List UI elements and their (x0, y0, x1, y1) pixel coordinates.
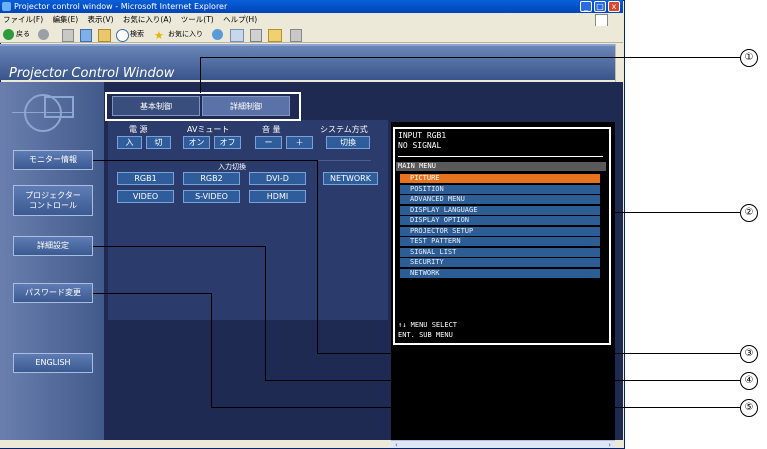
callout-1-line (200, 57, 740, 58)
osd-menu: INPUT RGB1 NO SIGNAL MAIN MENU PICTURE PO… (393, 127, 611, 345)
title-bar: Projector control window - Microsoft Int… (0, 0, 623, 13)
input-rgb1-button[interactable]: RGB1 (117, 172, 174, 185)
menu-bar: ファイル(F) 編集(E) 表示(V) お気に入り(A) ツール(T) ヘルプ(… (0, 13, 623, 27)
search-label[interactable]: 検索 (130, 26, 144, 43)
back-icon[interactable] (3, 29, 14, 40)
close-button[interactable]: x (608, 1, 620, 12)
osd-menu-item[interactable]: DISPLAY LANGUAGE (400, 205, 600, 215)
menu-favorites[interactable]: お気に入り(A) (123, 15, 171, 24)
input-select-label: 入力切換 (218, 163, 246, 171)
folder-icon[interactable] (268, 29, 282, 42)
osd-menu-item[interactable]: PROJECTOR SETUP (400, 226, 600, 236)
projector-control-button[interactable]: プロジェクター コントロール (13, 185, 93, 216)
osd-menu-item[interactable]: NETWORK (400, 268, 600, 278)
callout-5-line-a (93, 293, 211, 294)
callout-3-line-b (317, 353, 740, 354)
search-icon[interactable] (116, 29, 129, 42)
menu-file[interactable]: ファイル(F) (3, 15, 43, 24)
projector-control-line2: コントロール (29, 200, 77, 210)
input-hdmi-button[interactable]: HDMI (249, 190, 306, 203)
callout-2-line (613, 212, 740, 213)
horizontal-scrollbar[interactable]: ‹ › (391, 440, 615, 449)
menu-help[interactable]: ヘルプ(H) (223, 15, 257, 24)
stop-icon[interactable] (62, 29, 74, 42)
callout-4-line-v (265, 246, 266, 380)
system-label: システム方式 (320, 125, 368, 134)
callout-3-line-v (317, 160, 318, 353)
volume-label: 音 量 (262, 125, 281, 134)
power-on-button[interactable]: 入 (117, 136, 142, 149)
callout-2: ② (740, 204, 758, 222)
minimize-button[interactable]: _ (580, 1, 592, 12)
scroll-left-icon[interactable]: ‹ (395, 441, 398, 449)
osd-hint-select: ↑↓ MENU SELECT (398, 321, 458, 329)
osd-menu-item[interactable]: DISPLAY OPTION (400, 216, 600, 225)
scroll-right-icon[interactable]: › (608, 441, 611, 449)
av-mute-on-button[interactable]: オン (183, 136, 210, 149)
osd-menu-item[interactable]: ADVANCED MENU (400, 195, 600, 204)
favorites-label[interactable]: お気に入り (168, 26, 203, 43)
discuss-icon[interactable] (290, 29, 302, 42)
callout-1: ① (740, 49, 758, 67)
av-mute-label: AVミュート (187, 125, 230, 134)
maximize-button[interactable]: □ (594, 1, 606, 12)
osd-signal: NO SIGNAL (398, 141, 442, 150)
volume-down-button[interactable]: ー (255, 136, 282, 149)
callout-4: ④ (740, 372, 758, 390)
sidebar (0, 82, 104, 440)
input-s-video-button[interactable]: S-VIDEO (183, 190, 240, 203)
toolbar: 戻る 検索 ★ お気に入り (0, 26, 623, 43)
control-panel (108, 120, 388, 320)
refresh-icon[interactable] (80, 29, 92, 42)
power-label: 電 源 (129, 125, 148, 134)
favorites-icon[interactable]: ★ (154, 27, 164, 44)
menu-tools[interactable]: ツール(T) (181, 15, 214, 24)
status-bar (0, 440, 391, 448)
history-icon[interactable] (212, 29, 223, 40)
osd-divider (398, 156, 603, 157)
osd-menu-item[interactable]: TEST PATTERN (400, 237, 600, 246)
osd-menu-item[interactable]: SIGNAL LIST (400, 247, 600, 257)
osd-input: INPUT RGB1 (398, 131, 447, 140)
power-off-button[interactable]: 切 (146, 136, 171, 149)
osd-hint-submenu: ENT. SUB MENU (398, 331, 453, 339)
english-button[interactable]: ENGLISH (13, 353, 93, 373)
home-icon[interactable] (98, 29, 111, 42)
osd-menu-item[interactable]: PICTURE (400, 174, 600, 183)
volume-up-button[interactable]: ＋ (286, 136, 313, 149)
callout-3: ③ (740, 345, 758, 363)
projector-control-line1: プロジェクター (25, 190, 81, 200)
mail-icon[interactable] (230, 29, 244, 42)
forward-icon[interactable] (38, 29, 49, 40)
ie-icon (2, 2, 11, 11)
back-label[interactable]: 戻る (16, 26, 30, 43)
osd-menu-item[interactable]: SECURITY (400, 258, 600, 267)
decorative-line (12, 112, 74, 113)
input-dvi-d-button[interactable]: DVI-D (249, 172, 306, 185)
input-network-button[interactable]: NETWORK (323, 172, 378, 185)
input-rgb2-button[interactable]: RGB2 (183, 172, 240, 185)
system-switch-button[interactable]: 切換 (326, 136, 370, 149)
page-title: Projector Control Window (9, 66, 175, 81)
callout-4-line-a (93, 246, 265, 247)
window-title: Projector control window - Microsoft Int… (14, 2, 228, 11)
osd-main-menu: MAIN MENU (396, 162, 606, 171)
monitor-info-button[interactable]: モニター情報 (13, 150, 93, 170)
callout-4-line-b (265, 380, 740, 381)
callout-5: ⑤ (740, 399, 758, 417)
osd-menu-item[interactable]: POSITION (400, 184, 600, 194)
callout-1-line-v (200, 57, 201, 93)
callout-5-line-b (211, 407, 740, 408)
password-change-button[interactable]: パスワード変更 (13, 283, 93, 303)
menu-view[interactable]: 表示(V) (88, 15, 114, 24)
tab-highlight-box (105, 92, 301, 121)
decorative-square (44, 96, 74, 118)
input-video-button[interactable]: VIDEO (117, 190, 174, 203)
callout-5-line-v (211, 293, 212, 407)
print-icon[interactable] (250, 29, 262, 42)
detail-settings-button[interactable]: 詳細設定 (13, 236, 93, 256)
callout-3-line-a (93, 160, 317, 161)
menu-edit[interactable]: 編集(E) (53, 15, 79, 24)
av-mute-off-button[interactable]: オフ (214, 136, 241, 149)
